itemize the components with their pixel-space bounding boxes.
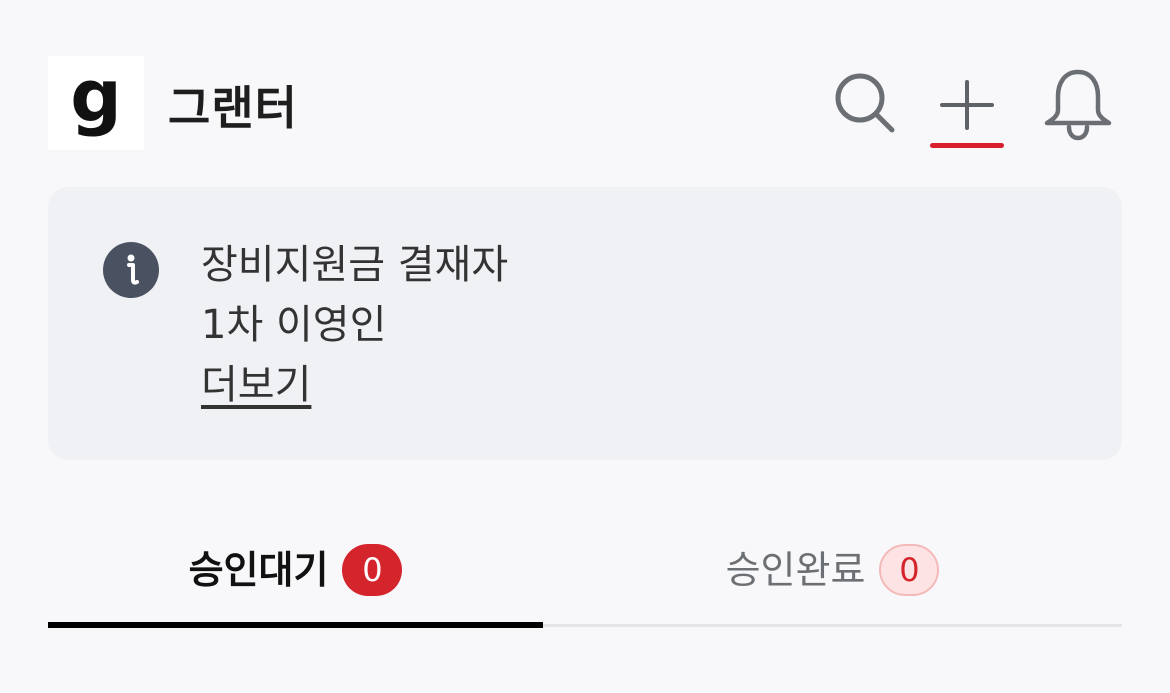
tab-approved[interactable]: 승인완료 0 [543, 530, 1122, 628]
approver-name: 1차 이영인 [201, 302, 387, 348]
page: g 그랜터 장비지원금 결재자 1차 이영인 더보기 승인대기 0 승인완료 0 [0, 0, 1170, 693]
pending-count-badge: 0 [342, 544, 403, 596]
search-button[interactable] [830, 70, 900, 136]
approval-tabs: 승인대기 0 승인완료 0 [48, 530, 1122, 630]
info-icon [103, 242, 159, 298]
approved-count-badge: 0 [879, 544, 940, 596]
active-tab-indicator [48, 622, 543, 628]
app-title: 그랜터 [168, 81, 298, 135]
info-text: 장비지원금 결재자 1차 이영인 더보기 [201, 235, 508, 415]
notification-button[interactable] [1040, 66, 1116, 142]
more-link[interactable]: 더보기 [201, 355, 311, 415]
add-button-indicator [930, 143, 1004, 148]
approver-info-card: 장비지원금 결재자 1차 이영인 더보기 [48, 187, 1122, 460]
tab-approved-label: 승인완료 [725, 548, 866, 592]
logo-glyph: g [70, 54, 122, 138]
tab-pending[interactable]: 승인대기 0 [48, 530, 543, 628]
plus-icon [940, 80, 994, 130]
tab-pending-label: 승인대기 [188, 548, 329, 592]
approver-title: 장비지원금 결재자 [201, 242, 509, 288]
header: g 그랜터 [0, 0, 1170, 170]
add-button[interactable] [930, 70, 1006, 148]
app-logo[interactable]: g [48, 56, 144, 150]
search-icon [835, 73, 895, 133]
bell-icon [1044, 69, 1112, 141]
